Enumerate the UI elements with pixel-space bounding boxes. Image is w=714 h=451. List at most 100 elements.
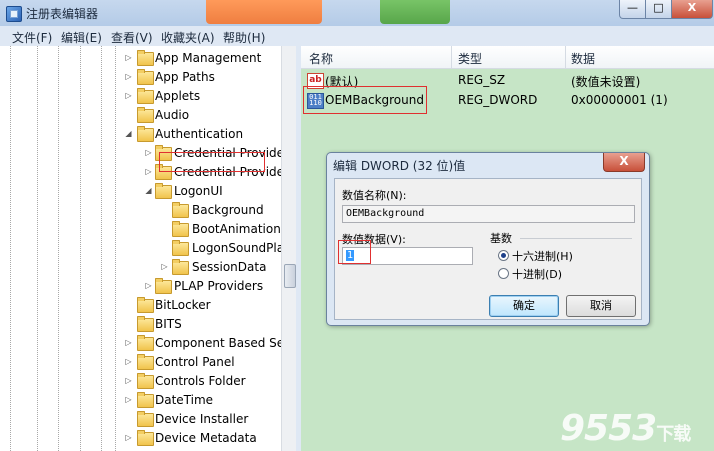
- expand-arrow-icon[interactable]: ▷: [124, 87, 133, 105]
- base-group-label: 基数: [490, 232, 512, 245]
- expand-arrow-icon[interactable]: ▷: [124, 391, 133, 409]
- folder-icon: [137, 335, 154, 351]
- tree-node[interactable]: ▷ SessionData: [0, 258, 296, 276]
- tree-node-label: LogonSoundPlay: [192, 241, 292, 255]
- folder-icon: [172, 202, 189, 218]
- folder-icon: [137, 373, 154, 389]
- tree-node[interactable]: ◢ LogonUI: [0, 182, 296, 200]
- tree-node-label: Background: [192, 203, 264, 217]
- folder-icon: [172, 221, 189, 237]
- decimal-radio-label[interactable]: 十进制(D): [512, 266, 562, 282]
- expand-arrow-icon[interactable]: ▷: [124, 372, 133, 390]
- tree-node-label: PLAP Providers: [174, 279, 264, 293]
- tree-node[interactable]: ▷ Applets: [0, 87, 296, 105]
- list-header: 名称 类型 数据: [301, 46, 714, 69]
- scrollbar-thumb[interactable]: [284, 264, 296, 288]
- column-header-data[interactable]: 数据: [571, 50, 595, 67]
- tree-node[interactable]: ◢ Authentication: [0, 125, 296, 143]
- maximize-button[interactable]: □: [645, 0, 672, 19]
- value-type: REG_DWORD: [458, 93, 538, 107]
- folder-icon: [172, 259, 189, 275]
- folder-icon: [137, 69, 154, 85]
- folder-icon: [155, 183, 172, 199]
- expand-arrow-icon[interactable]: ▷: [144, 144, 153, 162]
- highlight-box-background-key: [159, 152, 265, 172]
- background-decoration: [206, 0, 322, 24]
- minimize-button[interactable]: —: [619, 0, 646, 19]
- folder-icon: [137, 354, 154, 370]
- tree-node-label: Device Installer: [155, 412, 249, 426]
- menu-view[interactable]: 查看(V): [111, 29, 153, 46]
- tree-node-label: Control Panel: [155, 355, 235, 369]
- tree-node[interactable]: BootAnimation: [0, 220, 296, 238]
- menu-file[interactable]: 文件(F): [12, 29, 52, 46]
- tree-node[interactable]: ▷ PLAP Providers: [0, 277, 296, 295]
- watermark-logo: 9553下载: [560, 408, 691, 449]
- close-button[interactable]: X: [671, 0, 713, 19]
- tree-node[interactable]: Device Installer: [0, 410, 296, 428]
- cancel-button[interactable]: 取消: [566, 295, 636, 317]
- expand-arrow-icon[interactable]: ▷: [160, 258, 169, 276]
- tree-node[interactable]: ▷ Component Based Ser: [0, 334, 296, 352]
- title-bar[interactable]: 注册表编辑器 — □ X: [0, 0, 714, 26]
- menu-edit[interactable]: 编辑(E): [61, 29, 102, 46]
- folder-icon: [155, 278, 172, 294]
- column-header-type[interactable]: 类型: [458, 50, 482, 67]
- folder-icon: [137, 316, 154, 332]
- edit-dword-dialog: 编辑 DWORD (32 位)值 X 数值名称(N): OEMBackgroun…: [326, 152, 650, 326]
- folder-icon: [137, 50, 154, 66]
- tree-node[interactable]: Audio: [0, 106, 296, 124]
- tree-node-label: LogonUI: [174, 184, 223, 198]
- expand-arrow-icon[interactable]: ▷: [124, 334, 133, 352]
- menu-bar: 文件(F) 编辑(E) 查看(V) 收藏夹(A) 帮助(H): [0, 26, 714, 47]
- hex-radio[interactable]: [498, 250, 509, 261]
- registry-tree[interactable]: ▷ App Management ▷ App Paths ▷ Applets Audio ◢ A…: [0, 46, 296, 451]
- expand-arrow-icon[interactable]: ▷: [144, 277, 153, 295]
- tree-node-label: App Management: [155, 51, 262, 65]
- expand-arrow-icon[interactable]: ▷: [144, 163, 153, 181]
- hex-radio-label[interactable]: 十六进制(H): [512, 248, 573, 264]
- value-data: (数值未设置): [571, 75, 641, 89]
- tree-node-label: BITS: [155, 317, 182, 331]
- collapse-arrow-icon[interactable]: ◢: [144, 182, 153, 200]
- decimal-radio[interactable]: [498, 268, 509, 279]
- tree-node-label: SessionData: [192, 260, 267, 274]
- highlight-box-value-data: [338, 240, 371, 264]
- folder-icon: [137, 297, 154, 313]
- collapse-arrow-icon[interactable]: ◢: [124, 125, 133, 143]
- tree-node[interactable]: BITS: [0, 315, 296, 333]
- expand-arrow-icon[interactable]: ▷: [124, 68, 133, 86]
- tree-node[interactable]: ▷ Controls Folder: [0, 372, 296, 390]
- expand-arrow-icon[interactable]: ▷: [124, 353, 133, 371]
- tree-node-label: BootAnimation: [192, 222, 281, 236]
- tree-node-label: Authentication: [155, 127, 244, 141]
- tree-node-label: Applets: [155, 89, 201, 103]
- folder-icon: [137, 107, 154, 123]
- dialog-title: 编辑 DWORD (32 位)值: [333, 159, 466, 173]
- highlight-box-oembackground: [303, 86, 427, 114]
- tree-node[interactable]: LogonSoundPlay: [0, 239, 296, 257]
- background-decoration: [380, 0, 450, 24]
- window-title: 注册表编辑器: [26, 7, 99, 21]
- value-data: 0x00000001 (1): [571, 93, 668, 107]
- ok-button[interactable]: 确定: [489, 295, 559, 317]
- dialog-close-button[interactable]: X: [603, 153, 645, 172]
- tree-node[interactable]: BitLocker: [0, 296, 296, 314]
- tree-node-label: DateTime: [155, 393, 214, 407]
- tree-scrollbar[interactable]: [281, 46, 297, 451]
- folder-icon: [172, 240, 189, 256]
- tree-node[interactable]: ▷ DateTime: [0, 391, 296, 409]
- tree-node[interactable]: ▷ App Paths: [0, 68, 296, 86]
- menu-favorites[interactable]: 收藏夹(A): [161, 29, 215, 46]
- tree-node[interactable]: ▷ Device Metadata: [0, 429, 296, 447]
- expand-arrow-icon[interactable]: ▷: [124, 49, 133, 67]
- tree-node[interactable]: ▷ Control Panel: [0, 353, 296, 371]
- tree-node[interactable]: Background: [0, 201, 296, 219]
- menu-help[interactable]: 帮助(H): [223, 29, 265, 46]
- column-header-name[interactable]: 名称: [309, 50, 333, 67]
- value-name-label: 数值名称(N):: [342, 189, 407, 202]
- expand-arrow-icon[interactable]: ▷: [124, 429, 133, 447]
- registry-editor-window: 注册表编辑器 — □ X 文件(F) 编辑(E) 查看(V) 收藏夹(A) 帮助…: [0, 0, 714, 451]
- tree-node[interactable]: ▷ App Management: [0, 49, 296, 67]
- tree-node-label: Controls Folder: [155, 374, 246, 388]
